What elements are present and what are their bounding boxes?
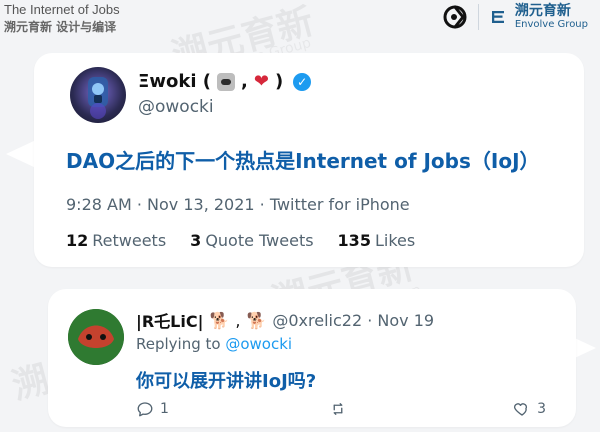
robot-face-icon — [217, 72, 236, 91]
brand-text: 溯元育新 Envolve Group — [514, 3, 588, 31]
comment-icon — [136, 400, 154, 418]
reply-emoji-separator: , — [235, 310, 241, 330]
bubble-tail-left — [6, 140, 36, 168]
quote-tweets-label: Quote Tweets — [205, 231, 314, 250]
header-right: 溯元育新 Envolve Group — [442, 3, 588, 31]
page-subtitle: 溯元育新 设计与编译 — [4, 19, 117, 34]
retweets-stat[interactable]: 12 Retweets — [66, 231, 166, 250]
quote-tweets-stat[interactable]: 3 Quote Tweets — [190, 231, 313, 250]
likes-count: 135 — [337, 231, 371, 250]
brand-name-en: Envolve Group — [514, 19, 588, 31]
avatar[interactable] — [68, 309, 124, 365]
retweet-icon — [329, 400, 347, 418]
header-left: The Internet of Jobs 溯元育新 设计与编译 — [4, 2, 120, 34]
display-name-separator: , — [241, 71, 248, 92]
dog-icon: 🐕 — [246, 310, 267, 330]
page-title: The Internet of Jobs — [4, 2, 120, 17]
heart-icon: ❤ — [253, 70, 269, 92]
brand-mark-icon — [489, 8, 507, 26]
likes-stat[interactable]: 135 Likes — [338, 231, 416, 250]
likes-label: Likes — [374, 231, 416, 250]
mention-link[interactable]: @owocki — [225, 335, 292, 353]
reply-action[interactable]: 1 — [136, 400, 169, 418]
reply-display-name: |R乇LiC| — [136, 312, 204, 331]
replying-to-line: Replying to @owocki — [136, 335, 292, 353]
brand: 溯元育新 Envolve Group — [477, 3, 588, 31]
like-count: 3 — [537, 401, 546, 417]
reply-actions: 1 3 — [136, 395, 546, 423]
reply-handle-and-date: @0xrelic22 · Nov 19 — [272, 310, 435, 330]
brand-name-cn: 溯元育新 — [514, 3, 571, 19]
reply-header[interactable]: |R乇LiC| 🐕 , 🐕 @0xrelic22 · Nov 19 — [136, 308, 434, 332]
tweet-card: Ξwoki ( , ❤ ) ✓ @owocki DAO之后的下一个热点是Inte… — [34, 53, 584, 267]
display-name-end: ) — [274, 71, 284, 92]
replying-to-prefix: Replying to — [136, 335, 221, 353]
verified-badge-icon: ✓ — [293, 72, 312, 91]
display-name-line[interactable]: Ξwoki ( , ❤ ) ✓ — [138, 70, 312, 92]
retweet-action[interactable] — [329, 400, 353, 418]
retweets-count: 12 — [66, 231, 89, 250]
reply-count: 1 — [160, 401, 169, 417]
like-action[interactable]: 3 — [513, 400, 546, 418]
tweet-text: DAO之后的下一个热点是Internet of Jobs（IoJ） — [66, 149, 540, 173]
avatar[interactable] — [70, 67, 126, 123]
display-name: Ξwoki ( — [138, 71, 212, 92]
tweet-stats: 12 Retweets 3 Quote Tweets 135 Likes — [66, 231, 415, 250]
dog-icon: 🐕 — [209, 310, 230, 330]
heart-outline-icon — [513, 400, 531, 418]
user-handle[interactable]: @owocki — [138, 97, 214, 117]
retweets-label: Retweets — [92, 231, 167, 250]
brand-logo-icon — [442, 4, 468, 30]
tweet-meta[interactable]: 9:28 AM · Nov 13, 2021 · Twitter for iPh… — [66, 195, 410, 214]
quote-tweets-count: 3 — [190, 231, 202, 250]
reply-text: 你可以展开讲讲IoJ吗? — [136, 371, 317, 392]
reply-card: |R乇LiC| 🐕 , 🐕 @0xrelic22 · Nov 19 Replyi… — [48, 289, 576, 427]
